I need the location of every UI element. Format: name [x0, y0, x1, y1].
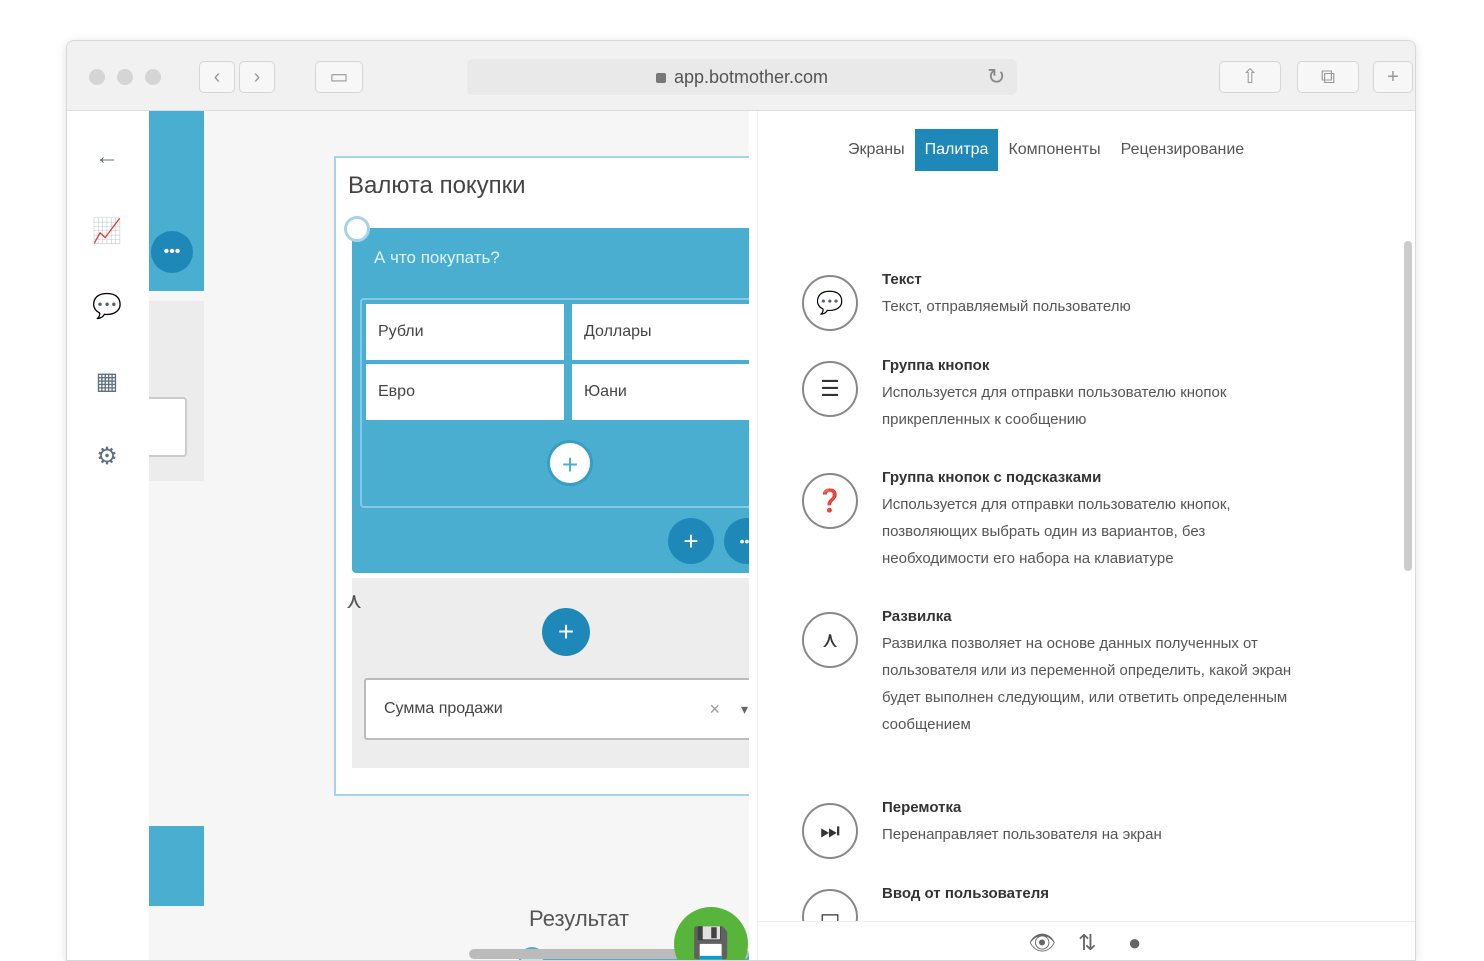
add-block-button[interactable]: + — [668, 518, 714, 564]
new-tab-button[interactable]: + — [1373, 61, 1413, 93]
tab-palette[interactable]: Палитра — [914, 129, 999, 171]
skip-icon: ⏭ — [802, 803, 858, 859]
tabs-overview-icon[interactable]: ⧉ — [1297, 61, 1359, 93]
arrow-left-icon[interactable]: ← — [91, 141, 123, 173]
chart-icon[interactable]: 📈 — [91, 216, 123, 248]
save-button[interactable]: 💾 — [674, 907, 748, 960]
share-icon[interactable]: ⇧ — [1219, 61, 1281, 93]
branch-icon: ⋏ — [346, 588, 363, 613]
maximize-window-icon[interactable] — [145, 69, 161, 85]
palette-item-desc: Текст, отправляемый пользователю — [882, 298, 1131, 315]
button-group-icon: ☰ — [802, 361, 858, 417]
palette-item-desc: Используется для отправки пользователю к… — [882, 496, 1231, 567]
palette-item-title: Текст — [882, 271, 922, 288]
palette-item-title: Ввод от пользователя — [882, 885, 1049, 902]
connector-handle[interactable] — [344, 216, 370, 242]
palette-item-title: Перемотка — [882, 799, 962, 816]
address-bar[interactable]: app.botmother.com — [467, 59, 1017, 95]
palette-item-title: Группа кнопок с подсказками — [882, 469, 1102, 486]
answer-button[interactable]: Евро — [366, 364, 564, 420]
left-toolbar: ← 📈 💬 ▦ ⚙ — [67, 111, 149, 960]
hint-buttons-icon: ❓ — [802, 473, 858, 529]
neighbor-select[interactable] — [149, 397, 187, 457]
tab-screens[interactable]: Экраны — [838, 129, 915, 171]
eye-icon[interactable]: 👁 — [1028, 930, 1056, 956]
reload-icon[interactable]: ↻ — [987, 61, 1005, 93]
answer-button[interactable]: Доллары — [572, 304, 749, 360]
panel-scrollbar[interactable] — [1404, 241, 1412, 571]
palette-item-title: Группа кнопок — [882, 357, 990, 374]
panel-tabs: Экраны Палитра Компоненты Рецензирование — [838, 129, 1254, 171]
tab-review[interactable]: Рецензирование — [1111, 129, 1255, 171]
branch-block: + Сумма продажи × ▾ — [352, 578, 749, 768]
message-block[interactable]: А что покупать? Рубли Доллары Евро Юани … — [352, 228, 749, 573]
panel-footer: 👁 ⇅ ● — [758, 921, 1415, 960]
add-branch-button[interactable]: + — [542, 608, 590, 656]
screen-title[interactable]: Валюта покупки — [348, 172, 526, 200]
screens-icon[interactable]: ▦ — [91, 366, 123, 398]
neighbor-screen-card-bottom[interactable] — [149, 826, 204, 906]
close-window-icon[interactable] — [89, 69, 105, 85]
telegram-icon[interactable]: ● — [1128, 930, 1141, 956]
url-text: app.botmother.com — [673, 67, 829, 87]
button-grid: Рубли Доллары Евро Юани + — [360, 298, 749, 508]
tab-components[interactable]: Компоненты — [998, 129, 1110, 171]
flow-canvas[interactable]: ••• Валюта покупки А что покупать? Рубли… — [149, 111, 749, 960]
select-value: Сумма продажи — [384, 700, 503, 717]
branch-icon: ⋏ — [802, 612, 858, 668]
palette-item-desc: Используется для отправки пользователю к… — [882, 384, 1227, 428]
screen-editor-card: Валюта покупки А что покупать? Рубли Дол… — [334, 156, 749, 796]
browser-window: ‹ › ▭ app.botmother.com ↻ ⇧ ⧉ + ← 📈 💬 ▦ … — [66, 40, 1416, 961]
palette-item-desc: Развилка позволяет на основе данных полу… — [882, 635, 1292, 733]
add-button-icon[interactable]: + — [547, 440, 593, 486]
message-text[interactable]: А что покупать? — [374, 248, 500, 268]
chat-icon[interactable]: 💬 — [91, 291, 123, 323]
palette-item-title: Развилка — [882, 608, 952, 625]
clear-icon[interactable]: × — [709, 680, 720, 738]
back-button[interactable]: ‹ — [199, 61, 235, 93]
sidebar-toggle-icon[interactable]: ▭ — [315, 61, 363, 93]
more-options-icon[interactable]: ••• — [724, 518, 749, 564]
variable-select[interactable]: Сумма продажи × ▾ — [364, 678, 749, 740]
browser-titlebar: ‹ › ▭ app.botmother.com ↻ ⇧ ⧉ + — [67, 41, 1415, 111]
forward-button[interactable]: › — [239, 61, 275, 93]
palette-panel: Экраны Палитра Компоненты Рецензирование 💬 … — [757, 111, 1415, 960]
sort-icon[interactable]: ⇅ — [1078, 930, 1096, 956]
settings-icon[interactable]: ⚙ — [91, 441, 123, 473]
text-bubble-icon: 💬 — [802, 275, 858, 331]
minimize-window-icon[interactable] — [117, 69, 133, 85]
answer-button[interactable]: Рубли — [366, 304, 564, 360]
answer-button[interactable]: Юани — [572, 364, 749, 420]
lock-icon — [655, 73, 666, 84]
more-options-icon[interactable]: ••• — [151, 231, 193, 273]
chevron-down-icon[interactable]: ▾ — [741, 680, 748, 738]
result-label: Результат — [529, 906, 630, 931]
palette-item-desc: Перенаправляет пользователя на экран — [882, 826, 1162, 843]
